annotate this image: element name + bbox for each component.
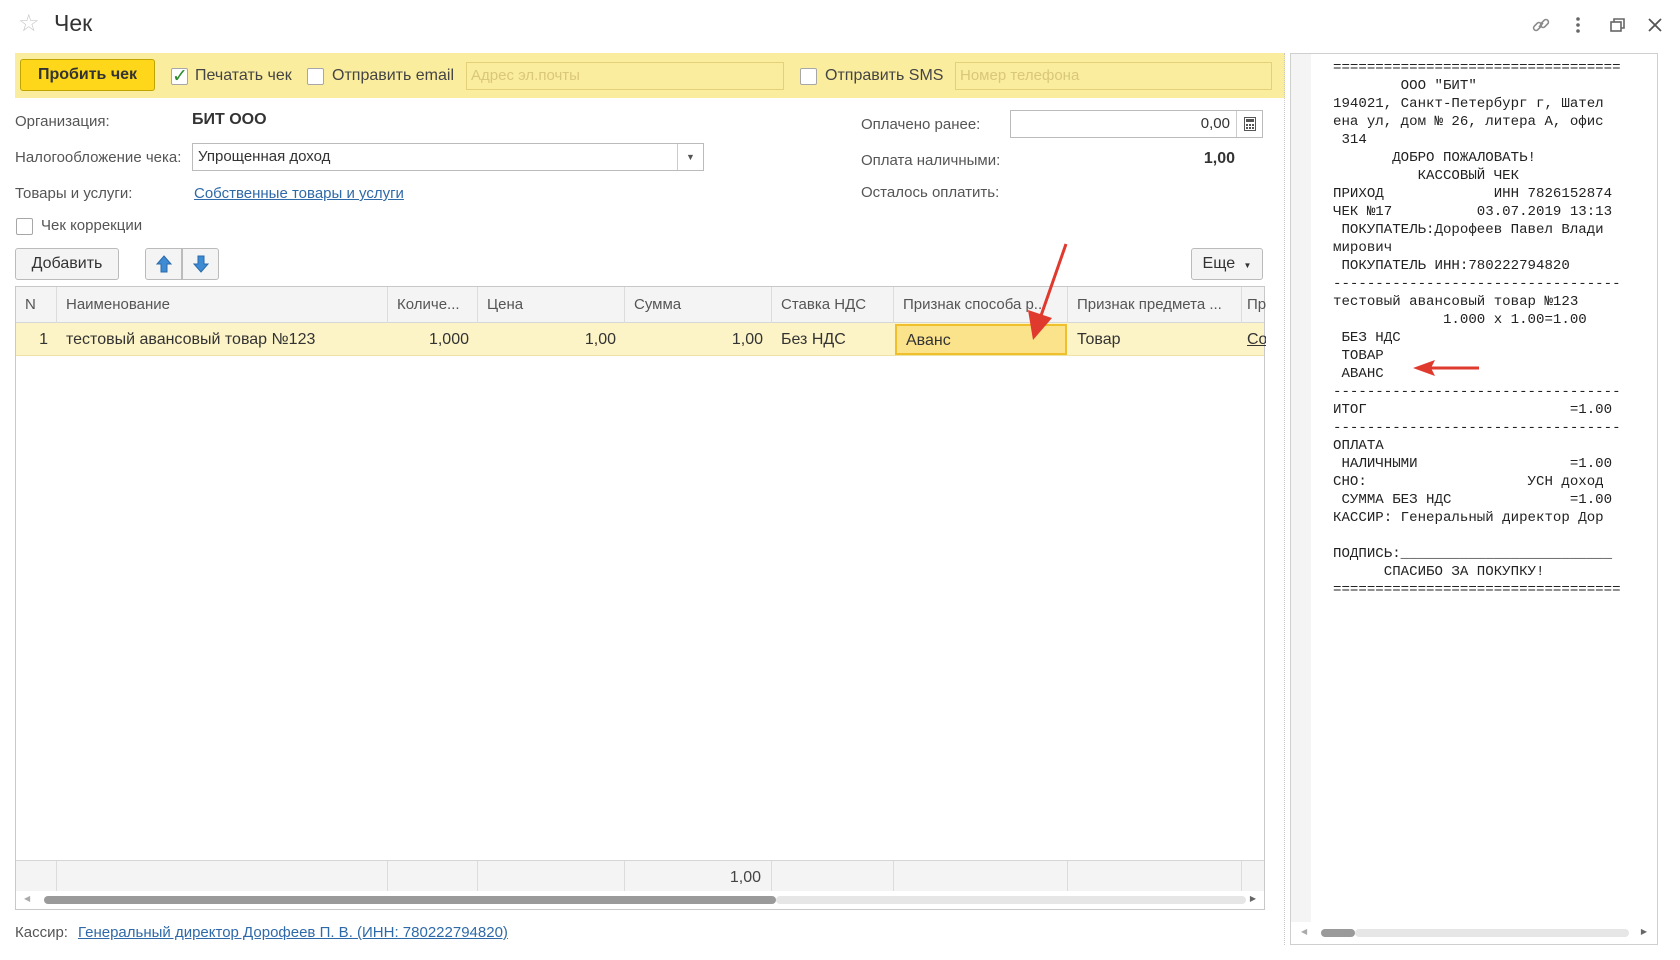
star-icon[interactable]: ☆	[18, 12, 40, 36]
goods-link[interactable]: Собственные товары и услуги	[194, 185, 404, 202]
email-input[interactable]: Адрес эл.почты	[466, 62, 784, 90]
sms-label: Отправить SMS	[825, 67, 944, 84]
annotation-arrow-icon	[1413, 360, 1479, 376]
annotation-arrow-icon	[1028, 243, 1068, 340]
tax-label: Налогообложение чека:	[15, 149, 182, 166]
remaining-label: Осталось оплатить:	[861, 184, 1000, 201]
arrow-up-icon	[155, 255, 172, 273]
receipt-gutter	[1291, 54, 1311, 924]
email-label: Отправить email	[332, 67, 455, 84]
table-horizontal-scrollbar[interactable]: ◀ ▶	[16, 891, 1264, 909]
scroll-left-icon[interactable]: ◀	[24, 894, 30, 903]
print-label: Печатать чек	[195, 67, 292, 84]
goods-label: Товары и услуги:	[15, 185, 133, 202]
print-checkbox[interactable]: ✓	[171, 66, 188, 87]
tax-select[interactable]: Упрощенная доход ▼	[192, 143, 704, 171]
cell-vat[interactable]: Без НДС	[772, 323, 894, 356]
cell-subject[interactable]: Товар	[1068, 323, 1242, 356]
scroll-right-icon[interactable]: ▶	[1641, 927, 1647, 936]
cell-price[interactable]: 1,00	[478, 323, 625, 356]
col-header-name[interactable]: Наименование	[57, 287, 388, 323]
paid-before-label: Оплачено ранее:	[861, 116, 981, 133]
calculator-icon[interactable]	[1236, 111, 1262, 137]
sms-checkbox[interactable]	[800, 68, 817, 85]
move-down-button[interactable]	[182, 248, 219, 280]
correction-label: Чек коррекции	[41, 217, 143, 234]
col-header-qty[interactable]: Количе...	[388, 287, 478, 323]
more-button-label: Еще	[1202, 255, 1236, 272]
correction-checkbox[interactable]	[16, 218, 33, 235]
submit-receipt-button[interactable]: Пробить чек	[20, 59, 155, 91]
footer-sum: 1,00	[625, 861, 772, 894]
col-header-vat[interactable]: Ставка НДС	[772, 287, 894, 323]
cell-sum[interactable]: 1,00	[625, 323, 772, 356]
org-label: Организация:	[15, 113, 110, 130]
receipt-horizontal-scrollbar[interactable]: ◀ ▶	[1291, 922, 1657, 944]
paid-before-value: 0,00	[1200, 115, 1230, 132]
close-icon[interactable]	[1644, 14, 1666, 36]
items-table: N Наименование Количе... Цена Сумма Став…	[15, 286, 1266, 910]
cashier-label: Кассир:	[15, 924, 68, 941]
cell-extra[interactable]: Со	[1242, 323, 1266, 356]
restore-window-icon[interactable]	[1606, 14, 1628, 36]
scroll-right-icon[interactable]: ▶	[1250, 894, 1256, 903]
more-button[interactable]: Еще ▼	[1191, 248, 1263, 280]
scrollbar-thumb[interactable]	[44, 896, 776, 904]
col-header-n[interactable]: N	[16, 287, 57, 323]
add-button[interactable]: Добавить	[15, 248, 119, 280]
table-footer: 1,00	[16, 860, 1264, 894]
scrollbar-track[interactable]	[1355, 929, 1629, 937]
scrollbar-track[interactable]	[776, 896, 1246, 904]
scroll-left-icon[interactable]: ◀	[1301, 927, 1307, 936]
move-up-button[interactable]	[145, 248, 182, 280]
col-header-extra[interactable]: Пр	[1242, 287, 1266, 323]
cell-name[interactable]: тестовый авансовый товар №123	[57, 323, 388, 356]
more-vertical-icon[interactable]	[1567, 14, 1589, 36]
tax-select-value: Упрощенная доход	[198, 148, 331, 165]
receipt-text: ================================== ООО "…	[1333, 60, 1621, 598]
phone-input[interactable]: Номер телефона	[955, 62, 1272, 90]
email-checkbox[interactable]	[307, 68, 324, 85]
cash-label: Оплата наличными:	[861, 152, 1001, 169]
chevron-down-icon[interactable]: ▼	[677, 144, 703, 170]
cashier-link[interactable]: Генеральный директор Дорофеев П. В. (ИНН…	[78, 924, 508, 941]
receipt-panel: ================================== ООО "…	[1290, 53, 1658, 945]
cell-n[interactable]: 1	[16, 323, 57, 356]
checkmark-icon: ✓	[172, 66, 188, 87]
scrollbar-thumb[interactable]	[1321, 929, 1355, 937]
window-title: Чек	[54, 10, 93, 36]
org-value: БИТ ООО	[192, 111, 267, 128]
link-icon[interactable]	[1530, 14, 1552, 36]
col-header-sum[interactable]: Сумма	[625, 287, 772, 323]
panel-divider[interactable]	[1284, 53, 1285, 945]
paid-before-input[interactable]: 0,00	[1010, 110, 1263, 138]
cash-value: 1,00	[1203, 150, 1235, 167]
caret-down-icon: ▼	[1243, 261, 1252, 270]
cell-qty[interactable]: 1,000	[388, 323, 478, 356]
col-header-price[interactable]: Цена	[478, 287, 625, 323]
col-header-subject[interactable]: Признак предмета ...	[1068, 287, 1242, 323]
arrow-down-icon	[192, 255, 209, 273]
